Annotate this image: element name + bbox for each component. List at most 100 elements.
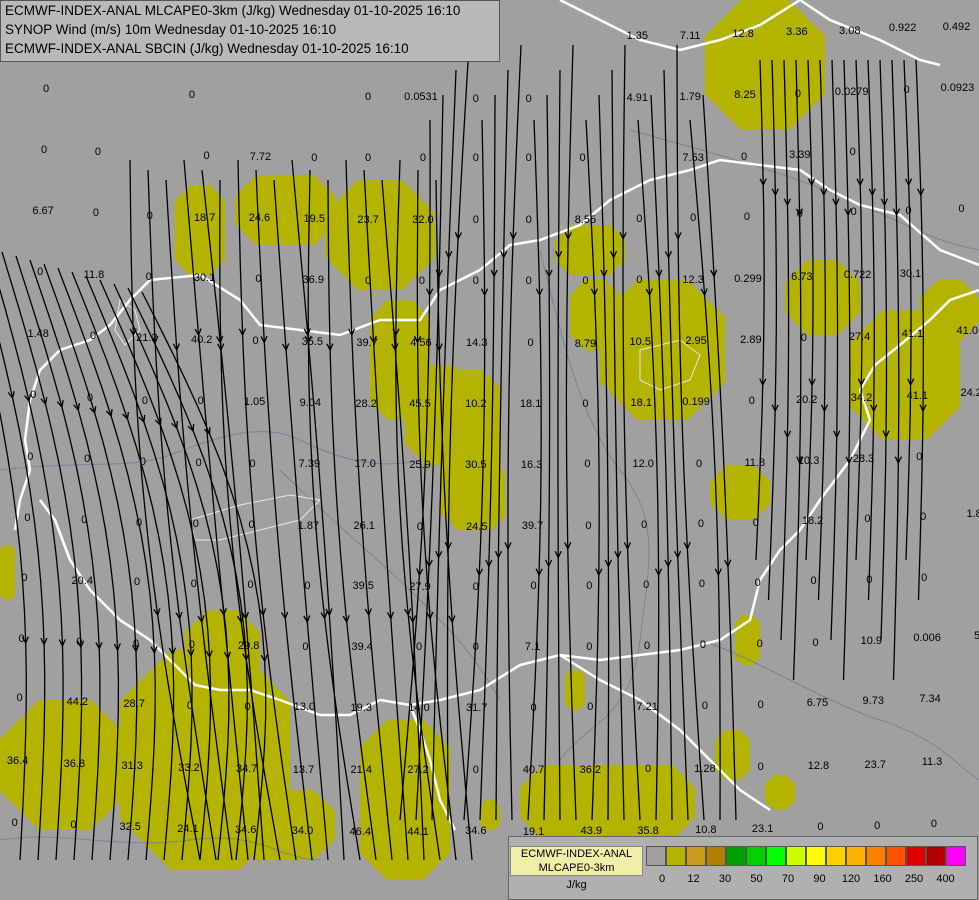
sbcin-value: 21.4	[350, 764, 372, 777]
sbcin-value: 0	[472, 93, 479, 105]
legend-swatch	[806, 846, 826, 866]
sbcin-value: 0	[930, 818, 938, 831]
sbcin-value: 0	[304, 579, 311, 592]
legend-swatch	[846, 846, 866, 866]
sbcin-value: 0	[701, 699, 708, 712]
sbcin-value: 0	[645, 762, 652, 775]
legend-title: ECMWF-INDEX-ANAL MLCAPE0-3km	[510, 846, 643, 876]
sbcin-value: 45.5	[409, 398, 431, 411]
sbcin-value: 32.5	[119, 821, 141, 834]
sbcin-value: 25.9	[409, 459, 431, 472]
sbcin-value: 0	[247, 579, 254, 591]
sbcin-value: 44.1	[407, 825, 429, 838]
sbcin-value: 0	[11, 816, 18, 829]
legend-swatch	[686, 846, 706, 866]
sbcin-value: 24.2	[960, 387, 979, 400]
sbcin-value: 0	[850, 206, 857, 219]
sbcin-value: 7.1	[524, 641, 541, 654]
sbcin-value: 34.6	[235, 823, 257, 836]
legend-tick-label: 250	[904, 873, 924, 885]
sbcin-value: 0	[255, 273, 262, 285]
sbcin-value: 9.73	[862, 695, 884, 708]
sbcin-value: 30.5	[465, 459, 487, 472]
sbcin-value: 0	[530, 579, 537, 592]
sbcin-value: 0	[248, 518, 255, 531]
streamline	[780, 59, 790, 641]
sbcin-value: 7.53	[682, 152, 704, 165]
cape-shading-layer	[0, 0, 979, 880]
sbcin-value: 34.7	[235, 762, 258, 775]
sbcin-value: 11.8	[83, 268, 105, 281]
sbcin-value: 0	[197, 395, 204, 408]
sbcin-value: 0	[698, 578, 705, 591]
sbcin-value: 0	[81, 514, 88, 527]
sbcin-value: 1.79	[679, 91, 701, 104]
sbcin-value: 0	[419, 152, 426, 165]
sbcin-value: 16.3	[520, 459, 543, 472]
sbcin-value: 23.7	[357, 213, 379, 226]
legend-swatch	[886, 846, 906, 866]
sbcin-value: 7.39	[298, 458, 321, 471]
sbcin-value: 0	[141, 394, 148, 407]
sbcin-value: 10.8	[695, 823, 717, 836]
sbcin-value: 0	[582, 274, 589, 287]
sbcin-value: 44.2	[66, 696, 89, 708]
sbcin-value: 0	[188, 639, 195, 652]
sbcin-value: 0	[743, 210, 751, 223]
sbcin-value: 10.2	[465, 398, 487, 411]
sbcin-value: 0	[525, 213, 532, 226]
sbcin-value: 0	[249, 457, 256, 470]
sbcin-value: 0	[527, 336, 534, 349]
sbcin-value: 24.6	[248, 211, 271, 224]
sbcin-value: 0	[817, 821, 824, 834]
sbcin-value: 10.9	[860, 634, 883, 647]
weather-map[interactable]: 0 0 0 0 1.35 7.11 12.8 3.36 3.08 0.922 0.492 0 0 0 0.0…	[0, 0, 979, 900]
sbcin-value: 1.35	[626, 30, 649, 42]
sbcin-value: 0	[133, 637, 140, 650]
legend-swatch	[866, 846, 886, 866]
sbcin-value: 32.0	[412, 213, 434, 226]
sbcin-value: 41.0	[956, 325, 978, 338]
sbcin-value: 0	[416, 520, 424, 533]
sbcin-value: 1.28	[694, 762, 716, 775]
legend-tick-label: 160	[873, 873, 892, 885]
sbcin-value: 4.56	[410, 336, 432, 349]
sbcin-value: 0	[644, 640, 651, 653]
sbcin-value: 0	[579, 152, 586, 165]
sbcin-value: 18.7	[193, 211, 216, 224]
sbcin-value: 0	[37, 265, 44, 278]
sbcin-value: 43.9	[580, 824, 603, 837]
legend-swatch	[906, 846, 926, 866]
sbcin-value: 0	[302, 641, 309, 654]
sbcin-value: 0	[699, 639, 706, 652]
sbcin-value: 0	[188, 89, 195, 102]
title-line-sbcin: ECMWF-INDEX-ANAL SBCIN (J/kg) Wednesday …	[5, 41, 409, 56]
sbcin-value: 0	[584, 458, 591, 471]
sbcin-value: 0	[905, 204, 912, 217]
sbcin-value: 7.21	[636, 700, 658, 713]
sbcin-value: 39.4	[351, 641, 373, 654]
legend-swatches	[646, 846, 966, 866]
legend-swatch	[826, 846, 846, 866]
sbcin-value: 0	[641, 518, 648, 531]
cape-shaded-region	[765, 775, 795, 810]
streamline	[557, 69, 561, 821]
sbcin-value: 6.67	[32, 204, 54, 217]
sbcin-value: 0	[94, 146, 101, 159]
sbcin-value: 0.199	[682, 396, 710, 409]
sbcin-value: 0	[146, 210, 153, 222]
streamline	[543, 94, 551, 821]
legend-swatch	[926, 846, 946, 866]
sbcin-value: 0.0923	[940, 82, 975, 95]
map-canvas	[0, 0, 979, 880]
sbcin-value: 17.0	[354, 458, 376, 471]
sbcin-value: 8.79	[574, 337, 597, 350]
sbcin-value: 29.8	[237, 640, 260, 653]
sbcin-value: 0	[748, 395, 755, 408]
sbcin-value: 0	[472, 641, 479, 654]
cape-shaded-region	[0, 545, 15, 600]
sbcin-value: 0	[21, 571, 28, 584]
sbcin-value: 0	[754, 577, 761, 590]
sbcin-value: 0	[587, 701, 594, 714]
sbcin-value: 0	[958, 202, 965, 215]
